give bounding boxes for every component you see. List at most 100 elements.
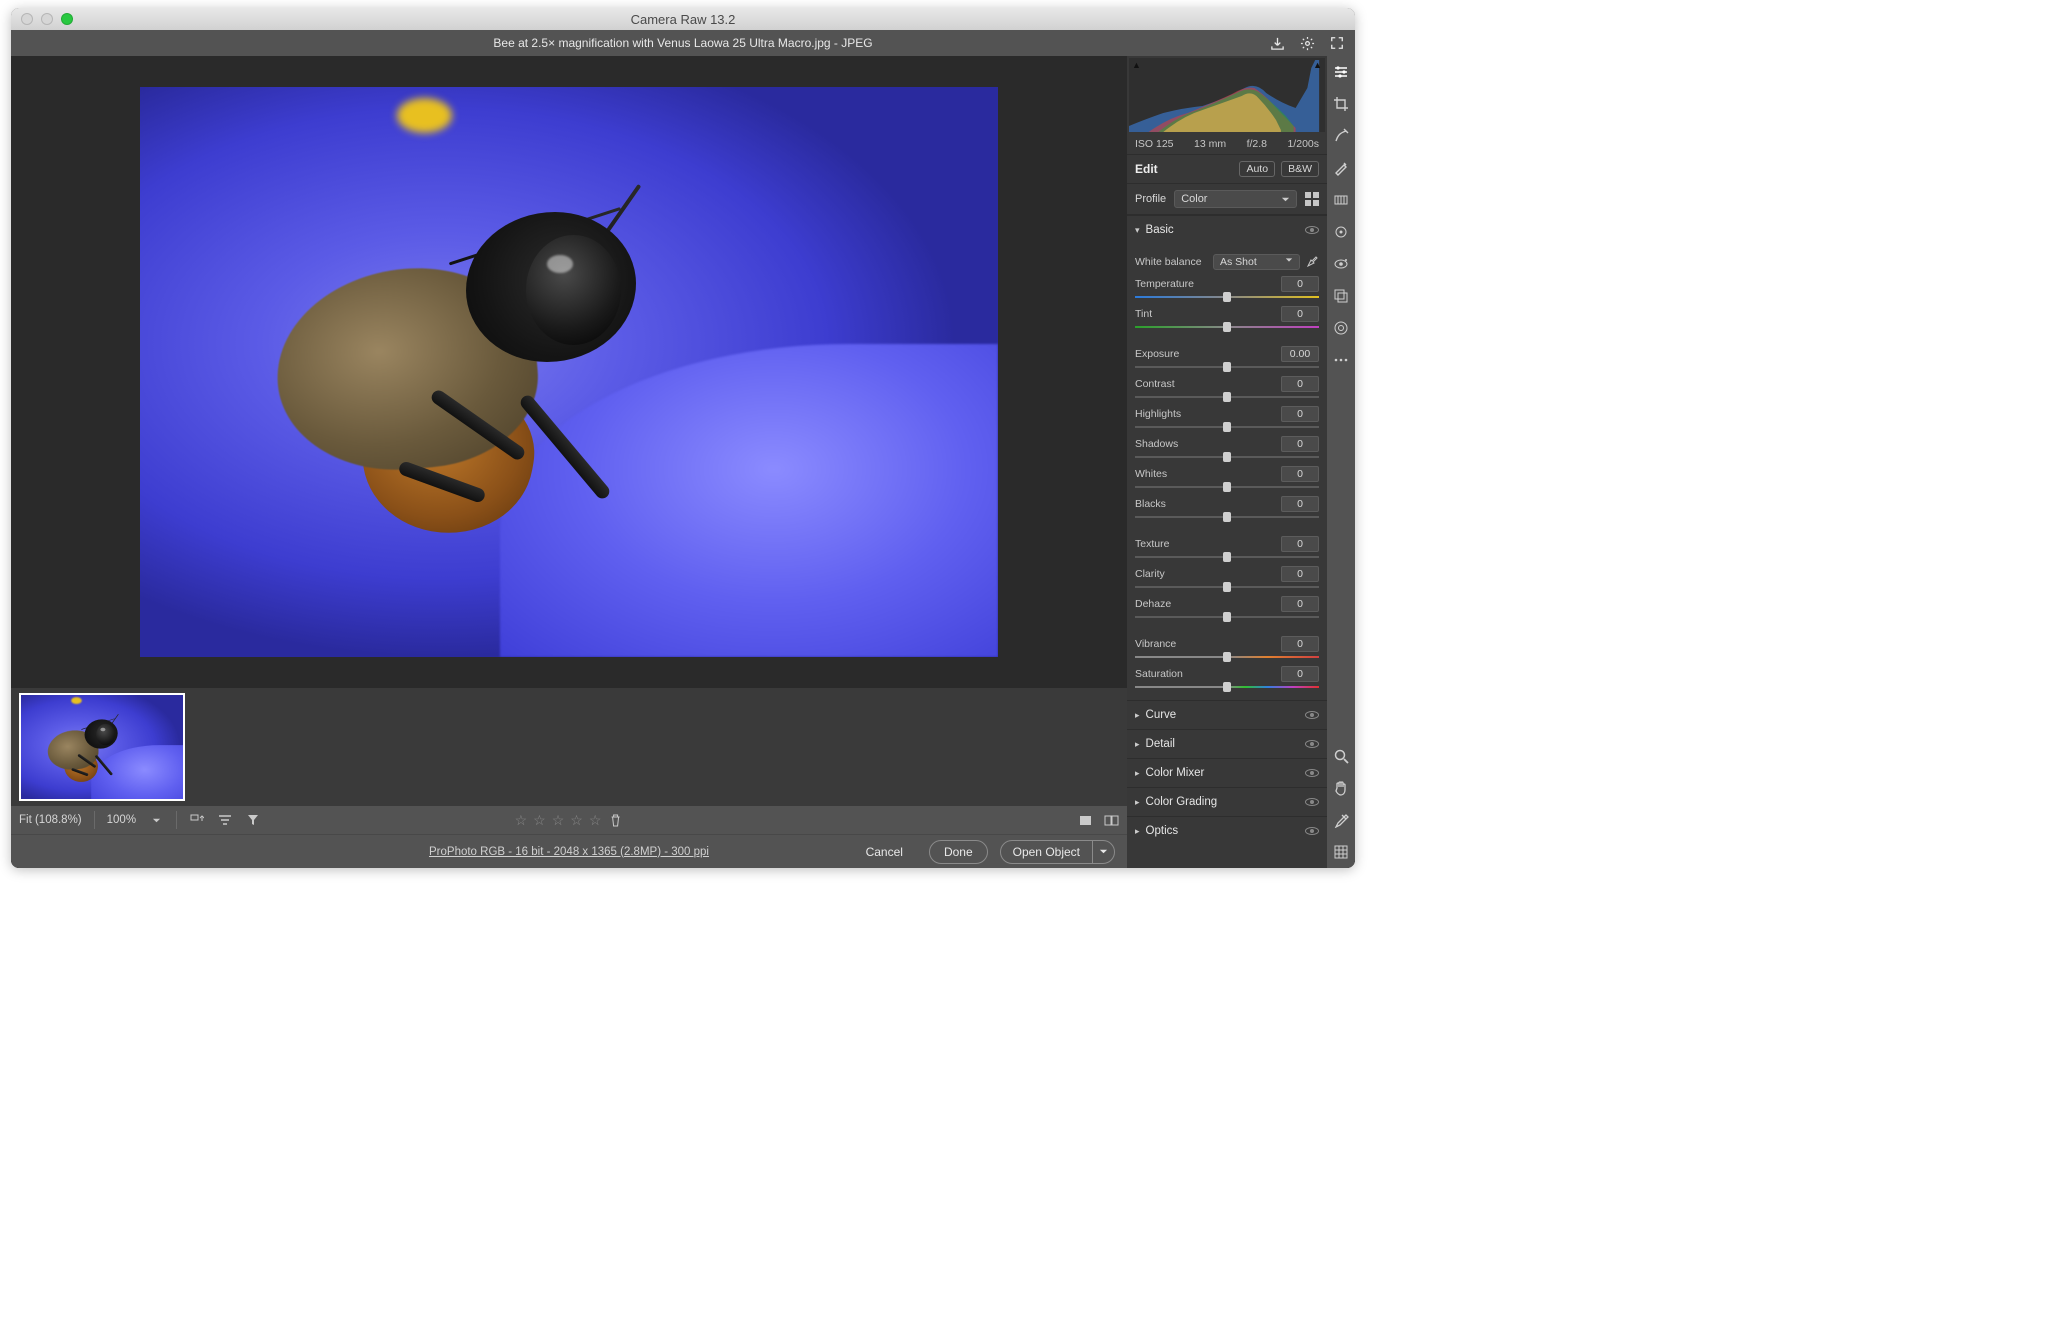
app-window: Camera Raw 13.2 Bee at 2.5× magnificatio… <box>11 8 1355 868</box>
star-icon[interactable]: ☆ <box>589 812 602 829</box>
clarity-value[interactable]: 0 <box>1281 566 1319 582</box>
highlight-clip-icon[interactable]: ▲ <box>1313 60 1322 70</box>
section-basic-body: White balance As Shot Temperature0 Tint0… <box>1127 244 1327 700</box>
contrast-slider[interactable] <box>1135 394 1319 400</box>
zoom-window-button[interactable] <box>61 13 73 25</box>
eye-icon[interactable] <box>1305 798 1319 806</box>
section-detail-label: Detail <box>1146 738 1299 750</box>
texture-slider[interactable] <box>1135 554 1319 560</box>
wb-select[interactable]: As Shot <box>1213 254 1300 270</box>
tool-rail <box>1327 56 1355 868</box>
saturation-value[interactable]: 0 <box>1281 666 1319 682</box>
grid-icon[interactable] <box>1331 842 1351 862</box>
bw-button[interactable]: B&W <box>1281 161 1319 177</box>
fullscreen-icon[interactable] <box>1329 35 1345 51</box>
view-single-icon[interactable] <box>1077 812 1093 828</box>
zoom-icon[interactable] <box>1331 746 1351 766</box>
crop-icon[interactable] <box>1331 94 1351 114</box>
star-icon[interactable]: ☆ <box>552 812 565 829</box>
workflow-options-link[interactable]: ProPhoto RGB - 16 bit - 2048 x 1365 (2.8… <box>429 846 709 858</box>
star-icon[interactable]: ☆ <box>515 812 528 829</box>
exposure-value[interactable]: 0.00 <box>1281 346 1319 362</box>
vibrance-slider[interactable] <box>1135 654 1319 660</box>
whites-value[interactable]: 0 <box>1281 466 1319 482</box>
whites-slider[interactable] <box>1135 484 1319 490</box>
close-window-button[interactable] <box>21 13 33 25</box>
edit-sliders-icon[interactable] <box>1331 62 1351 82</box>
temperature-label: Temperature <box>1135 278 1207 290</box>
redeye-icon[interactable] <box>1331 254 1351 274</box>
section-colorgrading-header[interactable]: ▸Color Grading <box>1127 787 1327 816</box>
linear-gradient-icon[interactable] <box>1331 190 1351 210</box>
histogram[interactable]: ▲ ▲ <box>1129 58 1325 132</box>
blacks-value[interactable]: 0 <box>1281 496 1319 512</box>
eye-icon[interactable] <box>1305 711 1319 719</box>
temperature-slider[interactable] <box>1135 294 1319 300</box>
highlights-slider[interactable] <box>1135 424 1319 430</box>
status-bar: Fit (108.8%) 100% ☆ ☆ ☆ ☆ ☆ <box>11 806 1127 834</box>
hand-icon[interactable] <box>1331 778 1351 798</box>
chevron-right-icon: ▸ <box>1135 826 1140 837</box>
color-sampler-icon[interactable] <box>1331 810 1351 830</box>
chevron-right-icon: ▸ <box>1135 710 1140 721</box>
auto-button[interactable]: Auto <box>1239 161 1275 177</box>
funnel-icon[interactable] <box>245 812 261 828</box>
sort-icon[interactable] <box>189 812 205 828</box>
minimize-window-button[interactable] <box>41 13 53 25</box>
star-icon[interactable]: ☆ <box>570 812 583 829</box>
section-basic-header[interactable]: ▾ Basic <box>1127 215 1327 244</box>
more-icon[interactable] <box>1331 350 1351 370</box>
clarity-slider[interactable] <box>1135 584 1319 590</box>
star-icon[interactable]: ☆ <box>533 812 546 829</box>
eyedropper-icon[interactable] <box>1306 256 1319 269</box>
radial-gradient-icon[interactable] <box>1331 222 1351 242</box>
temperature-value[interactable]: 0 <box>1281 276 1319 292</box>
edit-header: Edit Auto B&W <box>1127 155 1327 184</box>
eye-icon[interactable] <box>1305 769 1319 777</box>
eye-icon[interactable] <box>1305 226 1319 234</box>
view-compare-icon[interactable] <box>1103 812 1119 828</box>
filter-lines-icon[interactable] <box>217 812 233 828</box>
snapshots-icon[interactable] <box>1331 286 1351 306</box>
section-curve-header[interactable]: ▸ Curve <box>1127 700 1327 729</box>
vibrance-value[interactable]: 0 <box>1281 636 1319 652</box>
chevron-right-icon: ▸ <box>1135 739 1140 750</box>
blacks-slider[interactable] <box>1135 514 1319 520</box>
vibrance-label: Vibrance <box>1135 638 1207 650</box>
fit-zoom-label[interactable]: Fit (108.8%) <box>19 814 82 826</box>
image-metadata: ISO 125 13 mm f/2.8 1/200s <box>1127 134 1327 155</box>
section-optics-header[interactable]: ▸Optics <box>1127 816 1327 845</box>
section-curve-label: Curve <box>1146 709 1299 721</box>
shadows-value[interactable]: 0 <box>1281 436 1319 452</box>
shadow-clip-icon[interactable]: ▲ <box>1132 60 1141 70</box>
exposure-slider[interactable] <box>1135 364 1319 370</box>
presets-icon[interactable] <box>1331 318 1351 338</box>
chevron-down-icon[interactable] <box>148 812 164 828</box>
section-basic-label: Basic <box>1146 224 1299 236</box>
brush-icon[interactable] <box>1331 158 1351 178</box>
filmstrip-thumbnail[interactable] <box>19 693 185 801</box>
eye-icon[interactable] <box>1305 827 1319 835</box>
section-colormixer-header[interactable]: ▸Color Mixer <box>1127 758 1327 787</box>
saturation-slider[interactable] <box>1135 684 1319 690</box>
contrast-value[interactable]: 0 <box>1281 376 1319 392</box>
healing-brush-icon[interactable] <box>1331 126 1351 146</box>
dehaze-value[interactable]: 0 <box>1281 596 1319 612</box>
profile-browser-icon[interactable] <box>1305 192 1319 206</box>
dehaze-slider[interactable] <box>1135 614 1319 620</box>
canvas[interactable] <box>11 56 1127 688</box>
texture-value[interactable]: 0 <box>1281 536 1319 552</box>
section-detail-header[interactable]: ▸ Detail <box>1127 729 1327 758</box>
save-icon[interactable] <box>1269 35 1285 51</box>
highlights-value[interactable]: 0 <box>1281 406 1319 422</box>
highlights-label: Highlights <box>1135 408 1207 420</box>
tint-slider[interactable] <box>1135 324 1319 330</box>
trash-icon[interactable] <box>607 812 623 828</box>
tint-value[interactable]: 0 <box>1281 306 1319 322</box>
zoom-value[interactable]: 100% <box>107 814 136 826</box>
eye-icon[interactable] <box>1305 740 1319 748</box>
titlebar: Camera Raw 13.2 <box>11 8 1355 30</box>
profile-select[interactable]: Color <box>1174 190 1297 208</box>
gear-icon[interactable] <box>1299 35 1315 51</box>
shadows-slider[interactable] <box>1135 454 1319 460</box>
